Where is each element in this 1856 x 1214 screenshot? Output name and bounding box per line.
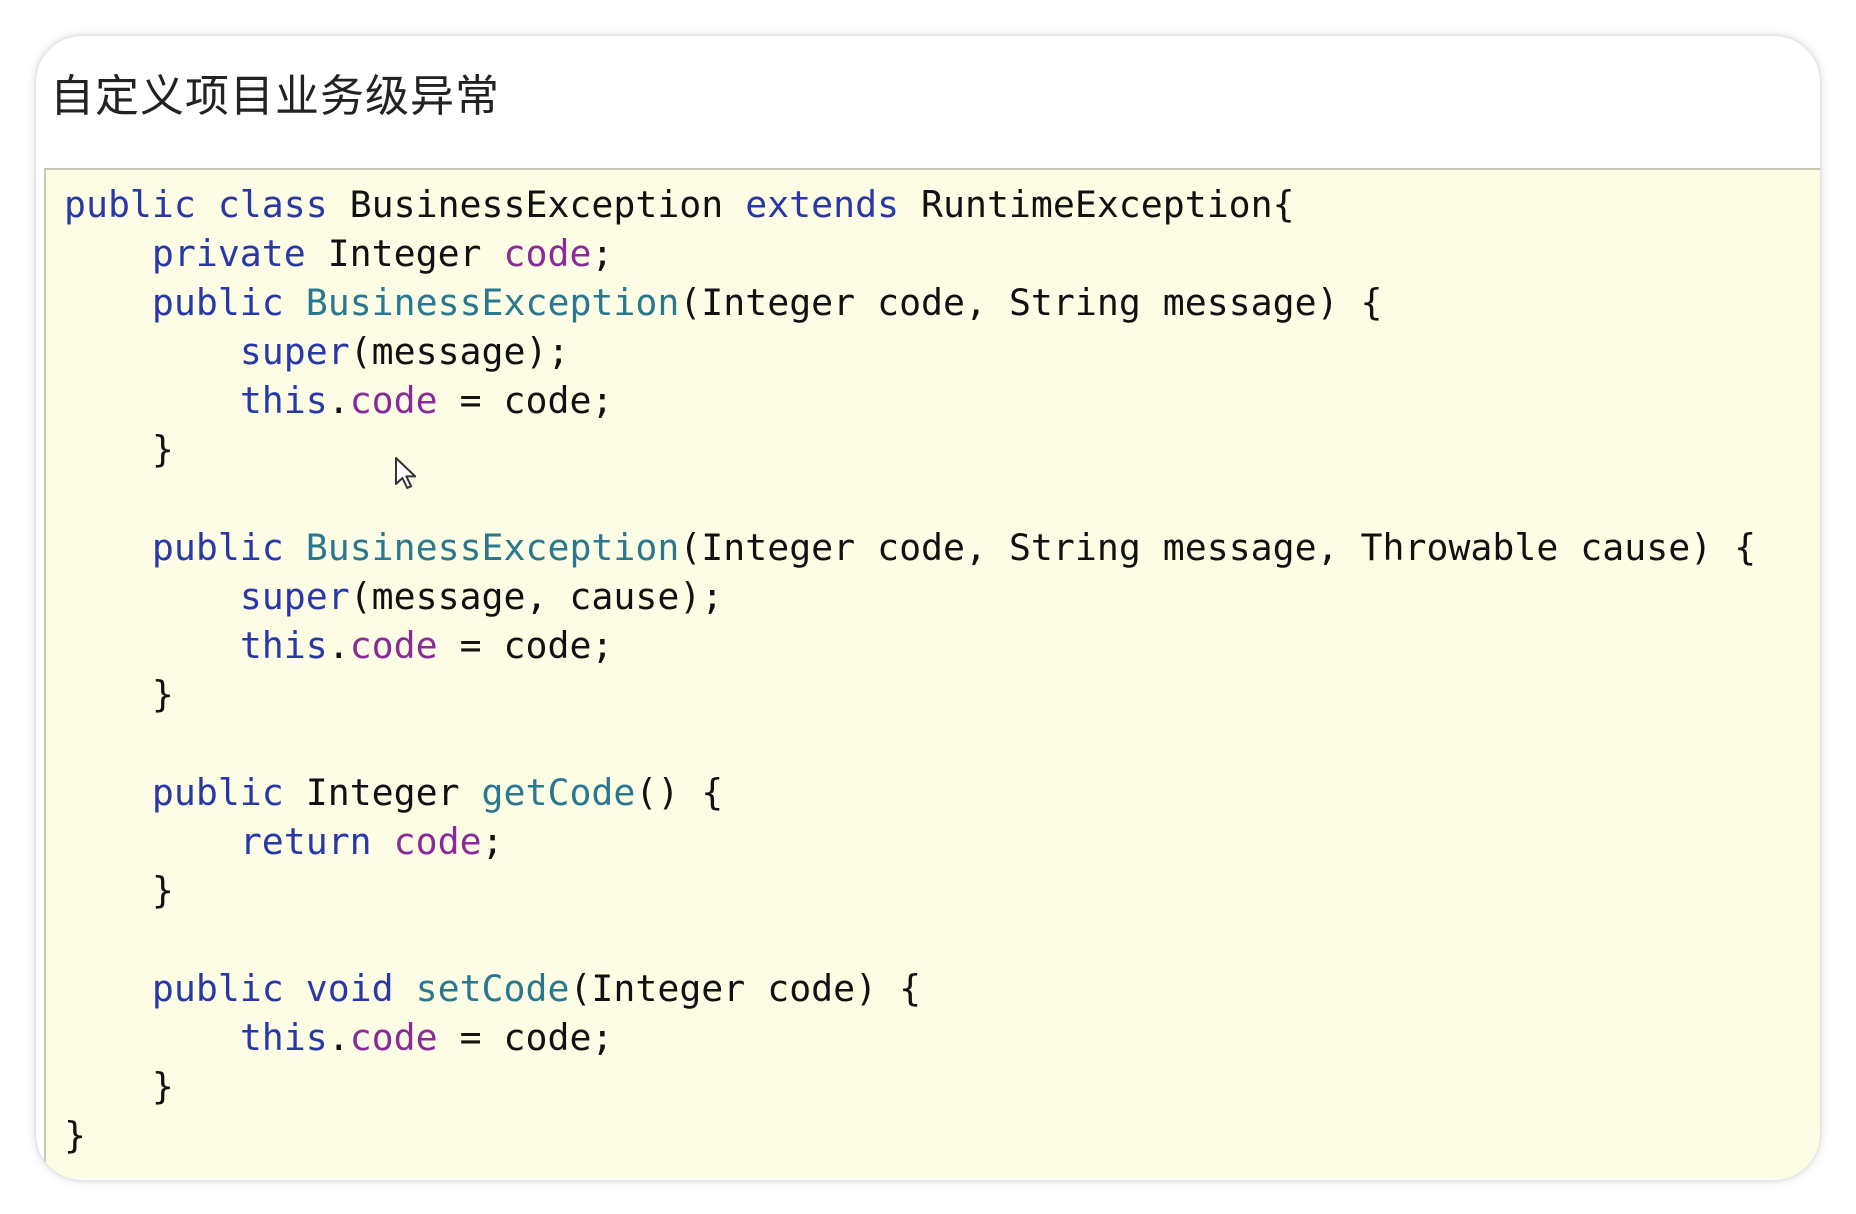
code-token: BusinessException: [305, 526, 680, 569]
code-token: }: [64, 673, 174, 716]
code-line: public Integer getCode() {: [64, 768, 1756, 817]
code-line: }: [64, 670, 1756, 719]
code-token: code: [349, 1016, 438, 1059]
code-line: }: [64, 1111, 1756, 1160]
code-line: this.code = code;: [64, 621, 1756, 670]
code-token: public: [151, 281, 284, 324]
code-line: private Integer code;: [64, 229, 1756, 278]
code-line: return code;: [64, 817, 1756, 866]
code-token: RuntimeException{: [899, 183, 1295, 226]
code-token: public class: [64, 183, 328, 226]
code-token: (message, cause);: [349, 575, 724, 618]
code-token: setCode: [415, 967, 570, 1010]
code-token: ;: [591, 232, 614, 275]
code-line: super(message, cause);: [64, 572, 1756, 621]
code-token: .: [327, 624, 350, 667]
code-token: }: [64, 428, 174, 471]
code-token: (Integer code) {: [569, 967, 922, 1010]
code-token: = code;: [437, 624, 614, 667]
code-token: this: [239, 1016, 328, 1059]
code-token: }: [64, 1114, 86, 1157]
code-line: }: [64, 1062, 1756, 1111]
code-line: public BusinessException(Integer code, S…: [64, 278, 1756, 327]
code-token: }: [64, 869, 174, 912]
code-token: Integer: [283, 771, 482, 814]
code-token: = code;: [437, 379, 614, 422]
code-line: this.code = code;: [64, 1013, 1756, 1062]
mouse-pointer-icon: [395, 457, 417, 489]
slide-title: 自定义项目业务级异常: [50, 71, 500, 122]
code-token: getCode: [481, 771, 636, 814]
code-token: extends: [745, 183, 900, 226]
code-token: BusinessException: [327, 183, 746, 226]
code-line: public void setCode(Integer code) {: [64, 964, 1756, 1013]
code-token: public: [151, 771, 284, 814]
code-line: }: [64, 425, 1756, 474]
code-token: = code;: [437, 1016, 614, 1059]
code-token: public: [151, 526, 284, 569]
code-token: }: [64, 1065, 174, 1108]
code-block: public class BusinessException extends R…: [44, 168, 1820, 1178]
code-token: (Integer code, String message) {: [679, 281, 1383, 324]
code-token: ;: [481, 820, 504, 863]
code-token: .: [327, 1016, 350, 1059]
code-line: }: [64, 866, 1756, 915]
code-token: return: [239, 820, 372, 863]
code-token: Integer: [305, 232, 504, 275]
code-token: public void: [151, 967, 394, 1010]
code-token: code: [503, 232, 592, 275]
code-token: code: [349, 379, 438, 422]
code-line: public BusinessException(Integer code, S…: [64, 523, 1756, 572]
code-token: BusinessException: [305, 281, 680, 324]
slide-card: 自定义项目业务级异常 public class BusinessExceptio…: [36, 36, 1820, 1180]
code-token: this: [239, 624, 328, 667]
code-token: code: [393, 820, 482, 863]
code-token: code: [349, 624, 438, 667]
code-token: this: [239, 379, 328, 422]
code-listing: public class BusinessException extends R…: [64, 180, 1756, 1160]
code-token: super: [239, 330, 350, 373]
code-token: (Integer code, String message, Throwable…: [679, 526, 1757, 569]
code-line: super(message);: [64, 327, 1756, 376]
code-token: super: [239, 575, 350, 618]
code-token: private: [151, 232, 306, 275]
code-token: (message);: [349, 330, 570, 373]
code-line: public class BusinessException extends R…: [64, 180, 1756, 229]
code-token: () {: [635, 771, 724, 814]
code-token: .: [327, 379, 350, 422]
code-line: this.code = code;: [64, 376, 1756, 425]
